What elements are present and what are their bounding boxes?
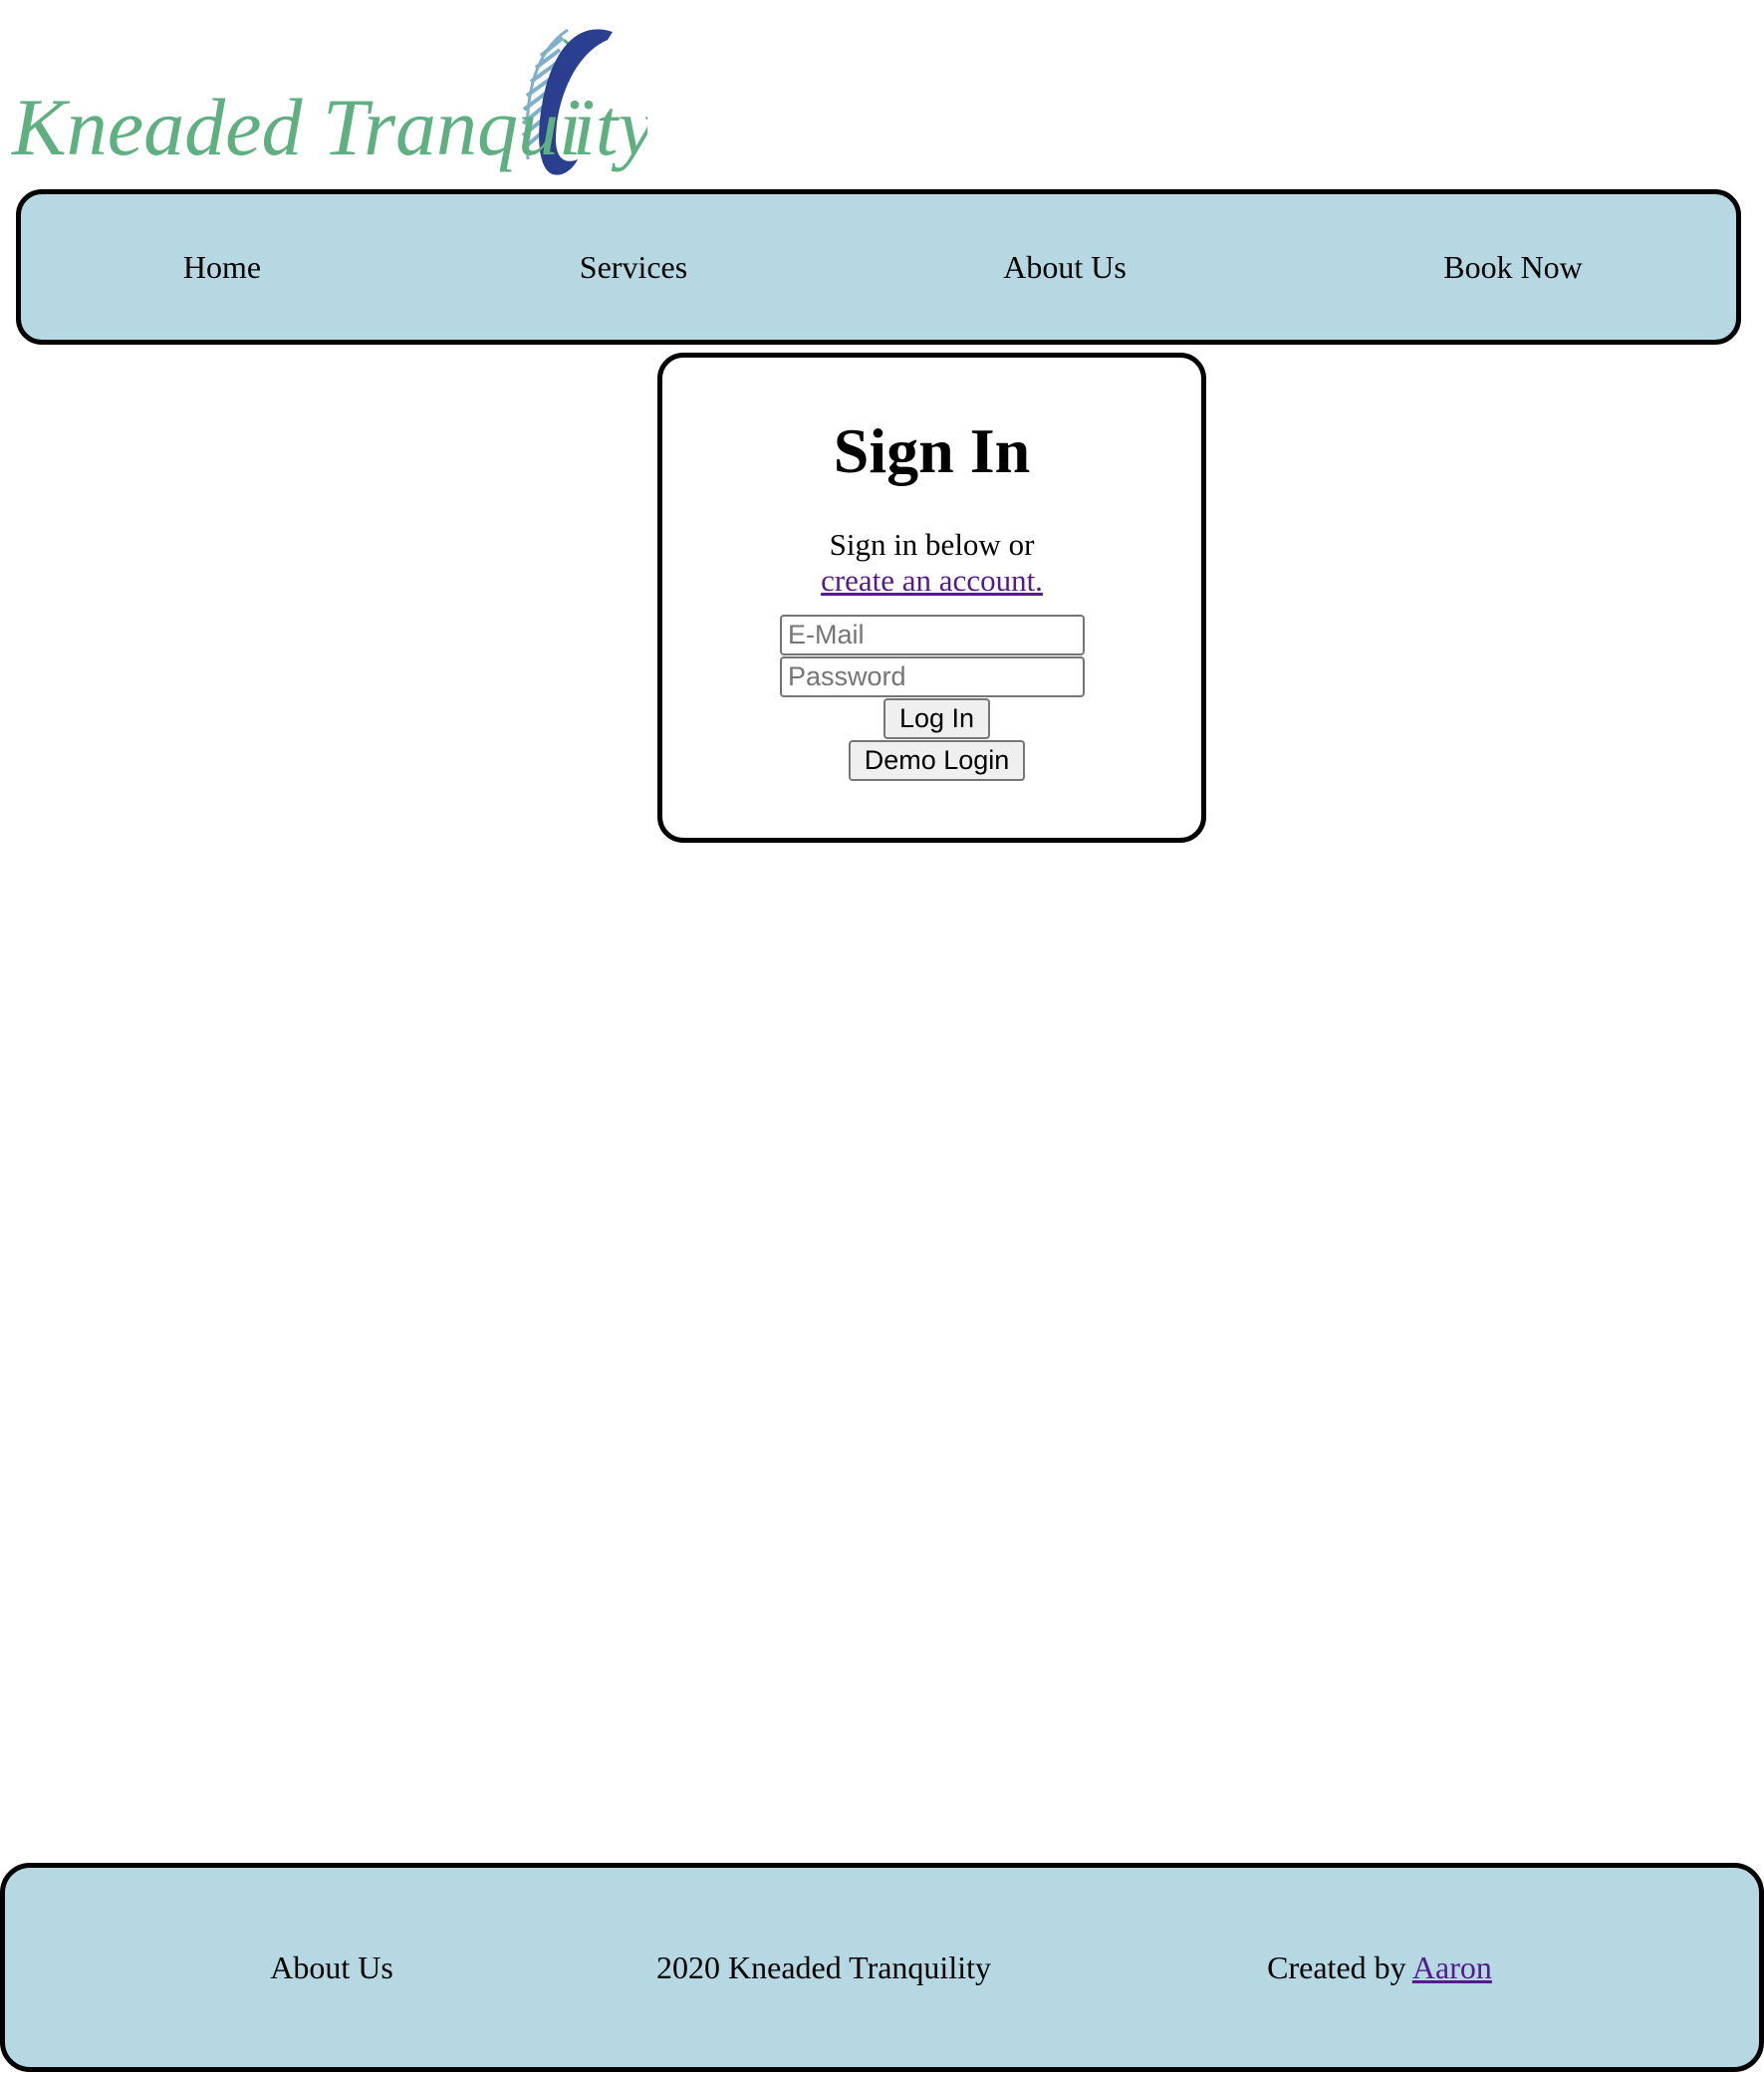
demo-login-button[interactable]: Demo Login <box>849 740 1025 781</box>
footer-copyright: 2020 Kneaded Tranquility <box>656 1949 991 1985</box>
login-button[interactable]: Log In <box>883 698 990 739</box>
signin-card: Sign In Sign in below or create an accou… <box>657 353 1206 843</box>
nav-item-home[interactable]: Home <box>183 194 261 340</box>
nav-item-about-us[interactable]: About Us <box>1003 194 1127 340</box>
logo-graphic: Kneaded Tranqui ity <box>11 28 647 175</box>
footer-credit-prefix: Created by <box>1267 1949 1406 1985</box>
footer-about-us-link[interactable]: About Us <box>270 1868 393 2067</box>
create-account-row: create an account. <box>662 563 1201 599</box>
logo-text-part2: ity <box>573 82 647 172</box>
nav-item-book-now[interactable]: Book Now <box>1443 194 1583 340</box>
nav-item-services[interactable]: Services <box>580 194 687 340</box>
signin-subtitle: Sign in below or <box>829 527 1035 562</box>
author-link[interactable]: Aaron <box>1412 1949 1492 1985</box>
logo-text-part1: Kneaded Tranqui <box>11 82 582 172</box>
signin-title: Sign In <box>833 415 1031 486</box>
main-navbar: Home Services About Us Book Now <box>16 189 1741 345</box>
password-input[interactable] <box>780 656 1085 697</box>
footer-credit: Created by Aaron <box>1267 1868 1492 2067</box>
email-input[interactable] <box>780 615 1085 655</box>
site-footer: About Us 2020 Kneaded Tranquility Create… <box>0 1863 1764 2072</box>
site-logo[interactable]: Kneaded Tranqui ity <box>10 10 647 184</box>
create-account-link[interactable]: create an account. <box>821 563 1043 598</box>
page: Kneaded Tranqui ity Home Services About … <box>0 0 1764 2073</box>
